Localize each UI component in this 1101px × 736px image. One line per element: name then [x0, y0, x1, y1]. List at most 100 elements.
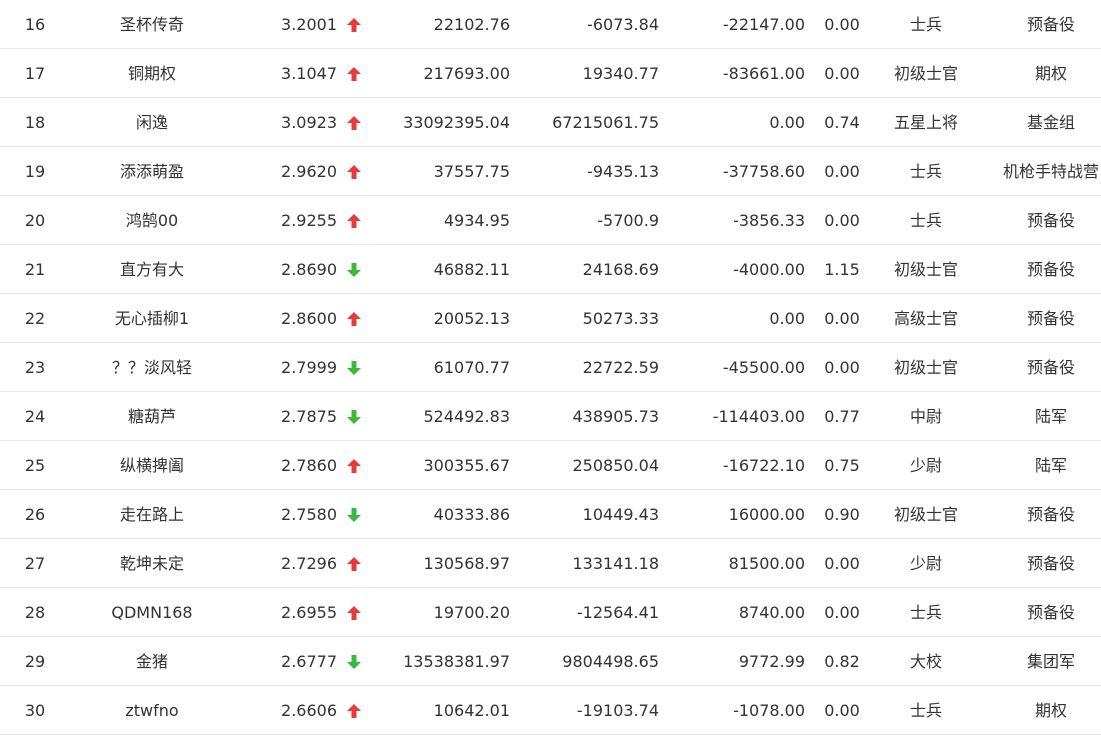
name-cell[interactable]: 金猪 — [72, 637, 232, 685]
rank-cell: 22 — [24, 309, 46, 328]
value1-cell: 300355.67 — [423, 456, 510, 475]
table-row: 24 糖葫芦 2.7875 524492.83 438905.73 -114403.00 0… — [0, 392, 1101, 441]
name-cell[interactable]: 直方有大 — [72, 245, 232, 293]
ranking-table: 16 圣杯传奇 3.2001 22102.76 -6073.84 -22147.00 0.0… — [0, 0, 1101, 735]
trend-cell — [346, 49, 362, 97]
level-cell: 初级士官 — [893, 505, 958, 524]
group-cell: 机枪手特战营 — [1002, 162, 1099, 181]
value3-cell: 0.00 — [769, 113, 805, 132]
table-row: 20 鸿鹄00 2.9255 4934.95 -5700.9 -3856.33 0.00 士兵… — [0, 196, 1101, 245]
ratio-cell: 0.00 — [824, 64, 860, 83]
level-cell: 士兵 — [909, 603, 942, 622]
value3-cell: -45500.00 — [722, 358, 805, 377]
arrow-up-icon — [346, 605, 362, 621]
ratio-cell: 0.00 — [824, 554, 860, 573]
name-cell[interactable]: ？？淡风轻 — [72, 343, 232, 391]
table-row: 29 金猪 2.6777 13538381.97 9804498.65 9772.99 0.… — [0, 637, 1101, 686]
name-cell[interactable]: QDMN168 — [72, 588, 232, 636]
value2-cell: 67215061.75 — [552, 113, 659, 132]
value3-cell: -1078.00 — [733, 701, 805, 720]
trend-cell — [346, 686, 362, 734]
value3-cell: 81500.00 — [728, 554, 805, 573]
value2-cell: 250850.04 — [572, 456, 659, 475]
score-cell: 3.0923 — [281, 113, 337, 132]
score-cell: 2.9620 — [281, 162, 337, 181]
ratio-cell: 0.00 — [824, 162, 860, 181]
score-cell: 2.9255 — [281, 211, 337, 230]
name-cell[interactable]: 走在路上 — [72, 490, 232, 538]
value2-cell: 50273.33 — [582, 309, 659, 328]
name-cell[interactable]: 添添萌盈 — [72, 147, 232, 195]
level-cell: 士兵 — [909, 15, 942, 34]
level-cell: 少尉 — [909, 554, 942, 573]
arrow-up-icon — [346, 311, 362, 327]
table-row: 25 纵横捭阖 2.7860 300355.67 250850.04 -16722.10 0… — [0, 441, 1101, 490]
ratio-cell: 0.00 — [824, 358, 860, 377]
ratio-cell: 0.00 — [824, 15, 860, 34]
level-cell: 士兵 — [909, 162, 942, 181]
name-cell[interactable]: 纵横捭阖 — [72, 441, 232, 489]
value1-cell: 13538381.97 — [403, 652, 510, 671]
table-row: 16 圣杯传奇 3.2001 22102.76 -6073.84 -22147.00 0.0… — [0, 0, 1101, 49]
score-cell: 2.6606 — [281, 701, 337, 720]
value1-cell: 37557.75 — [433, 162, 510, 181]
ratio-cell: 0.77 — [824, 407, 860, 426]
level-cell: 士兵 — [909, 211, 942, 230]
arrow-up-icon — [346, 115, 362, 131]
arrow-up-icon — [346, 164, 362, 180]
arrow-up-icon — [346, 703, 362, 719]
ratio-cell: 1.15 — [824, 260, 860, 279]
name-cell[interactable]: 无心插柳1 — [72, 294, 232, 342]
name-cell[interactable]: 闲逸 — [72, 98, 232, 146]
trend-cell — [346, 441, 362, 489]
rank-cell: 23 — [24, 358, 46, 377]
trend-cell — [346, 392, 362, 440]
name-cell[interactable]: 圣杯传奇 — [72, 0, 232, 48]
value2-cell: -12564.41 — [576, 603, 659, 622]
value3-cell: -22147.00 — [722, 15, 805, 34]
name-cell[interactable]: 糖葫芦 — [72, 392, 232, 440]
value2-cell: 133141.18 — [572, 554, 659, 573]
rank-cell: 18 — [24, 113, 46, 132]
arrow-up-icon — [346, 17, 362, 33]
score-cell: 2.7580 — [281, 505, 337, 524]
value1-cell: 33092395.04 — [403, 113, 510, 132]
group-cell: 预备役 — [1026, 260, 1075, 279]
table-row: 17 铜期权 3.1047 217693.00 19340.77 -83661.00 0.0… — [0, 49, 1101, 98]
value3-cell: -3856.33 — [733, 211, 805, 230]
name-cell[interactable]: 鸿鹄00 — [72, 196, 232, 244]
score-cell: 2.6777 — [281, 652, 337, 671]
arrow-down-icon — [346, 262, 362, 278]
score-cell: 2.7860 — [281, 456, 337, 475]
trend-cell — [346, 539, 362, 587]
value3-cell: -4000.00 — [733, 260, 805, 279]
value3-cell: 8740.00 — [738, 603, 805, 622]
group-cell: 期权 — [1034, 701, 1067, 720]
trend-cell — [346, 147, 362, 195]
rank-cell: 25 — [24, 456, 46, 475]
group-cell: 基金组 — [1026, 113, 1075, 132]
arrow-down-icon — [346, 507, 362, 523]
table-row: 18 闲逸 3.0923 33092395.04 67215061.75 0.00 0.74… — [0, 98, 1101, 147]
table-row: 28 QDMN168 2.6955 19700.20 -12564.41 8740.00 0… — [0, 588, 1101, 637]
arrow-up-icon — [346, 66, 362, 82]
name-cell[interactable]: ztwfno — [72, 686, 232, 734]
score-cell: 2.7875 — [281, 407, 337, 426]
level-cell: 高级士官 — [893, 309, 958, 328]
rank-cell: 28 — [24, 603, 46, 622]
ratio-cell: 0.82 — [824, 652, 860, 671]
value2-cell: 22722.59 — [582, 358, 659, 377]
ratio-cell: 0.75 — [824, 456, 860, 475]
value1-cell: 46882.11 — [433, 260, 510, 279]
value1-cell: 19700.20 — [433, 603, 510, 622]
table-row: 19 添添萌盈 2.9620 37557.75 -9435.13 -37758.60 0.0… — [0, 147, 1101, 196]
name-cell[interactable]: 乾坤未定 — [72, 539, 232, 587]
arrow-down-icon — [346, 654, 362, 670]
trend-cell — [346, 343, 362, 391]
name-cell[interactable]: 铜期权 — [72, 49, 232, 97]
score-cell: 2.7296 — [281, 554, 337, 573]
score-cell: 2.8690 — [281, 260, 337, 279]
trend-cell — [346, 588, 362, 636]
value1-cell: 217693.00 — [423, 64, 510, 83]
value2-cell: 19340.77 — [582, 64, 659, 83]
